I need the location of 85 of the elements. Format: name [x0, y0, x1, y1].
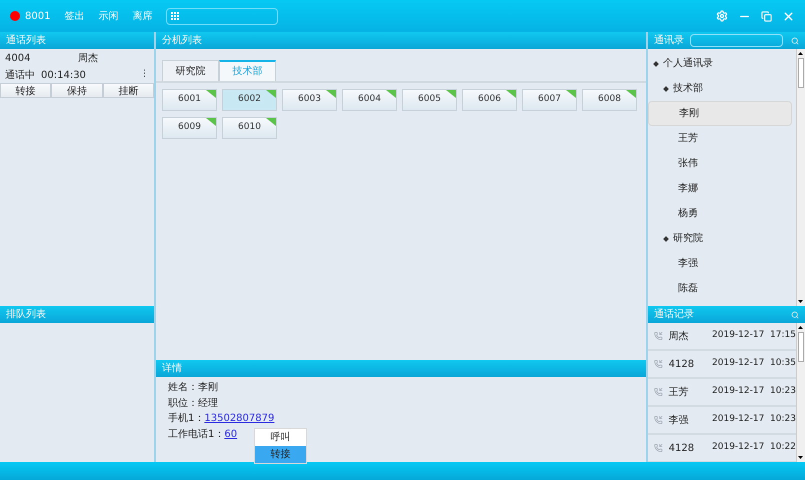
status-corner-icon — [566, 90, 576, 98]
record-name: 4128 — [668, 358, 696, 372]
field-value: 经理 — [198, 396, 218, 411]
record-time: 2019-12-17 10:23 — [712, 413, 796, 426]
extension-tile[interactable]: 6002 — [222, 89, 277, 111]
record-time: 2019-12-17 10:22 — [712, 441, 796, 454]
restore-icon[interactable] — [761, 10, 772, 22]
expand-icon[interactable] — [663, 236, 669, 242]
close-icon[interactable] — [782, 10, 795, 22]
tree-item[interactable]: 李强 — [648, 251, 796, 276]
status-corner-icon — [626, 90, 636, 98]
field-label: 工作电话1： — [168, 428, 224, 442]
phone-link[interactable]: 13502807879 — [204, 411, 274, 426]
tree-item[interactable]: 技术部 — [648, 76, 796, 101]
expand-icon[interactable] — [653, 60, 659, 66]
status-corner-icon — [446, 90, 456, 98]
caller-name: 周杰 — [78, 52, 98, 66]
panel-title: 通讯录 — [654, 34, 684, 48]
status-corner-icon — [326, 90, 336, 98]
incoming-call-icon — [654, 387, 663, 397]
record-time: 2019-12-17 10:35 — [712, 357, 796, 370]
extension-tile[interactable]: 6009 — [162, 117, 217, 139]
more-button[interactable]: ⋮ — [140, 68, 149, 82]
field-value: 李刚 — [198, 380, 218, 396]
search-icon[interactable] — [791, 36, 799, 44]
record-time: 2019-12-17 17:15 — [712, 329, 796, 342]
status-corner-icon — [206, 90, 216, 98]
incoming-call-icon — [654, 359, 663, 369]
tree-item[interactable]: 李刚 — [648, 101, 792, 126]
status-corner-icon — [266, 90, 276, 98]
extension-tile[interactable]: 6007 — [522, 89, 577, 111]
tree-item[interactable]: 杨勇 — [648, 201, 796, 226]
field-label: 姓名： — [168, 381, 198, 396]
panel-title: 通话列表 — [6, 34, 46, 48]
field-label: 手机1： — [168, 412, 204, 426]
call-action-button[interactable]: 保持 — [51, 83, 103, 98]
phone-link[interactable]: 60 — [224, 426, 238, 442]
tree-item[interactable]: 李娜 — [648, 176, 796, 201]
panel-title: 分机列表 — [162, 34, 202, 48]
status-corner-icon — [266, 118, 276, 126]
menu-item[interactable]: 转接 — [255, 446, 306, 463]
extension-tile[interactable]: 6003 — [282, 89, 337, 111]
call-status: 通话中 — [5, 68, 35, 82]
tree-item[interactable]: 研究院 — [648, 226, 796, 251]
call-action-button[interactable]: 挂断 — [102, 83, 154, 98]
incoming-call-icon — [654, 415, 663, 425]
settings-icon[interactable] — [716, 10, 728, 22]
dial-field[interactable] — [166, 8, 278, 24]
scroll-thumb[interactable] — [798, 332, 804, 362]
status-corner-icon — [206, 118, 216, 126]
record-name: 王芳 — [668, 386, 690, 400]
extension-tile[interactable]: 6001 — [162, 89, 217, 111]
tree-item[interactable]: 个人通讯录 — [648, 51, 796, 76]
scrollbar[interactable] — [796, 323, 805, 462]
panel-title: 详情 — [162, 362, 182, 376]
tree-item[interactable]: 张伟 — [648, 151, 796, 176]
tab[interactable]: 研究院 — [162, 60, 219, 81]
call-action-button[interactable]: 转接 — [0, 83, 52, 98]
extension-tile[interactable]: 6004 — [342, 89, 397, 111]
tree-item[interactable]: 陈磊 — [648, 276, 796, 301]
expand-icon[interactable] — [663, 86, 669, 92]
tree-item[interactable]: 王芳 — [648, 126, 796, 151]
caller-number: 4004 — [5, 52, 32, 66]
scrollbar[interactable] — [796, 49, 805, 306]
incoming-call-icon — [654, 443, 663, 453]
search-field[interactable] — [690, 34, 783, 47]
extension-tile[interactable]: 6010 — [222, 117, 277, 139]
search-icon[interactable] — [791, 310, 799, 318]
incoming-call-icon — [654, 331, 663, 341]
record-name: 4128 — [668, 442, 696, 456]
panel-title: 通话记录 — [654, 308, 694, 322]
keypad-icon[interactable] — [171, 12, 180, 20]
status-corner-icon — [386, 90, 396, 98]
extension-tile[interactable]: 6005 — [402, 89, 457, 111]
scroll-thumb[interactable] — [798, 58, 804, 88]
extension-tile[interactable]: 6008 — [582, 89, 637, 111]
extension-tile[interactable]: 6006 — [462, 89, 517, 111]
call-duration: 00:14:30 — [41, 68, 86, 82]
record-name: 李强 — [668, 414, 690, 428]
record-name: 周杰 — [668, 330, 690, 344]
field-label: 职位： — [168, 396, 198, 411]
record-time: 2019-12-17 10:23 — [712, 385, 796, 398]
panel-title: 排队列表 — [6, 308, 46, 322]
status-corner-icon — [506, 90, 516, 98]
extension-number: 8001 — [25, 10, 50, 24]
